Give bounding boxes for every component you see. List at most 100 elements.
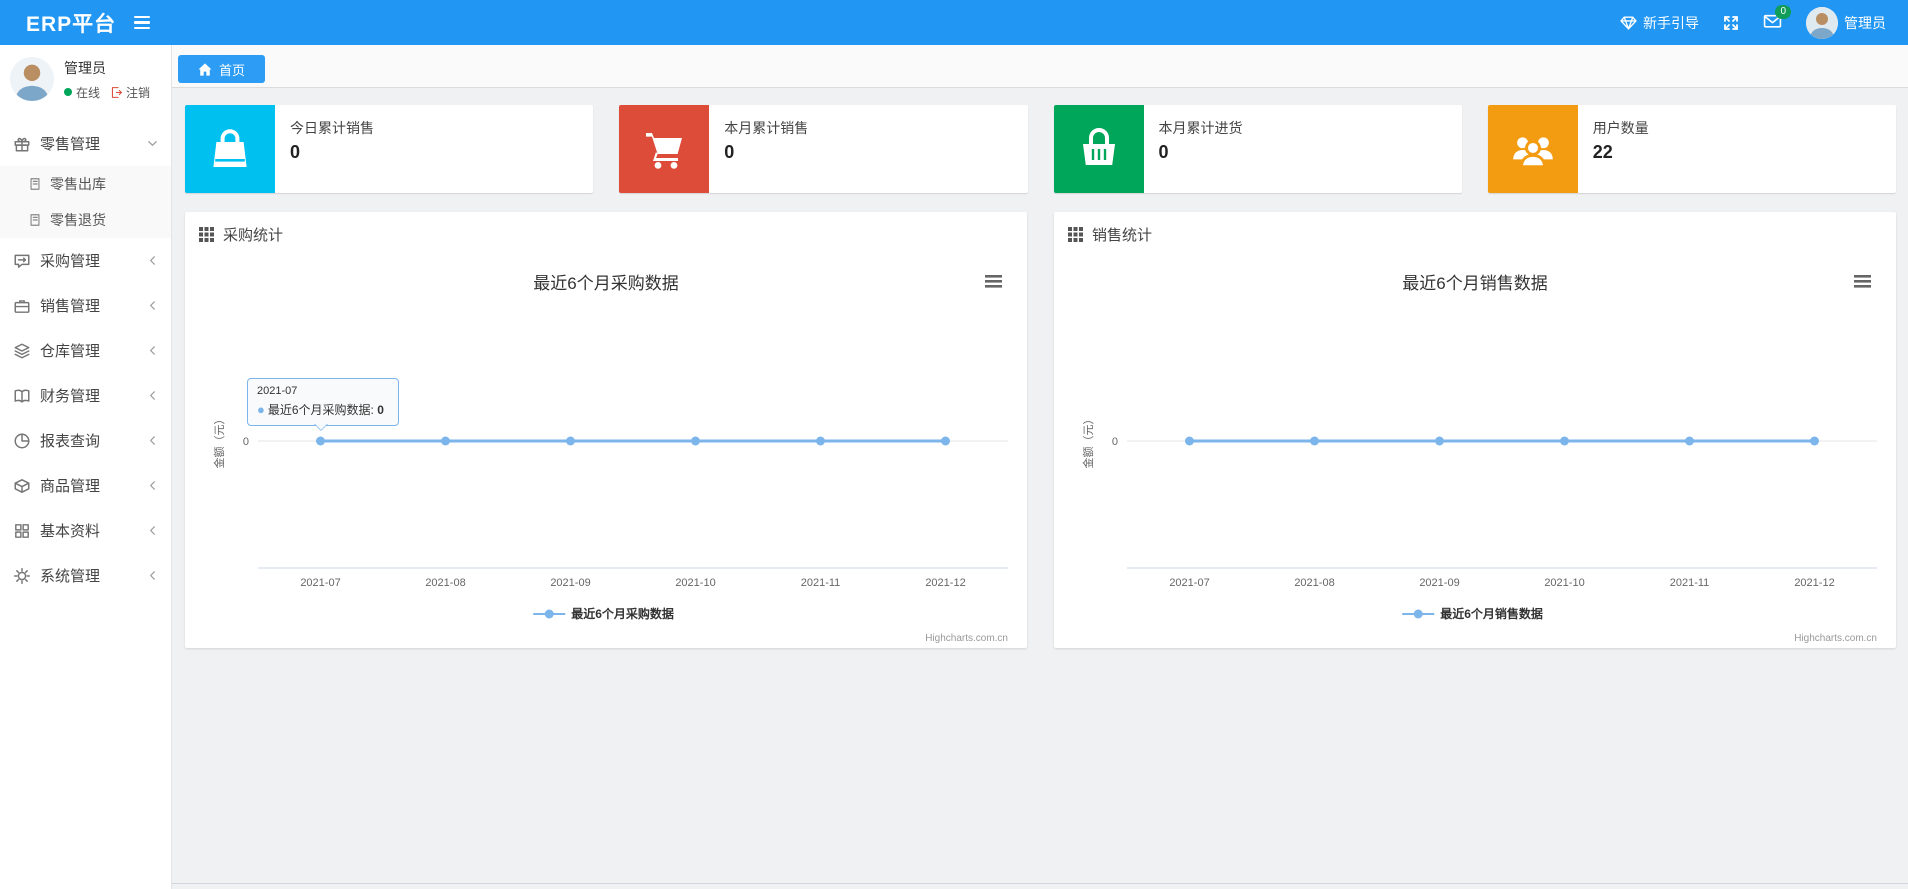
- chevron-left-icon: [147, 255, 158, 266]
- content-footer-divider: [172, 883, 1908, 889]
- sidebar-item-report-query[interactable]: 报表查询: [0, 418, 171, 463]
- briefcase-icon: [14, 299, 30, 313]
- sidebar-menu: 零售管理 零售出库 零售退货 采购管理 销售管理 仓库管理 财务管理 报表查询 …: [0, 121, 171, 598]
- sidebar-item-retail-mgmt[interactable]: 零售管理: [0, 121, 171, 166]
- legend-item[interactable]: 最近6个月采购数据: [533, 606, 674, 621]
- purchase-line-chart[interactable]: 最近6个月采购数据 0 金额（元） 2021-07 2021-08 2021-09 2021…: [185, 253, 1027, 649]
- tab-label: 首页: [219, 62, 246, 78]
- svg-text:最近6个月采购数据: 最近6个月采购数据: [533, 274, 678, 293]
- chevron-down-icon: [147, 138, 158, 149]
- sidebar-item-label: 零售管理: [40, 136, 101, 153]
- chevron-left-icon: [147, 525, 158, 536]
- svg-text:2021-07: 2021-07: [300, 577, 340, 589]
- home-icon: [198, 62, 212, 76]
- card-label: 今日累计销售: [290, 120, 374, 136]
- guide-label: 新手引导: [1643, 14, 1699, 31]
- messages-button[interactable]: 0: [1763, 5, 1791, 32]
- svg-text:2021-11: 2021-11: [1670, 577, 1710, 589]
- highcharts-credits[interactable]: Highcharts.com.cn: [925, 633, 1008, 644]
- svg-text:2021-07: 2021-07: [1169, 577, 1209, 589]
- sidebar-item-goods-mgmt[interactable]: 商品管理: [0, 463, 171, 508]
- card-today-sales: 今日累计销售 0: [185, 105, 594, 193]
- sidebar-item-sales-mgmt[interactable]: 销售管理: [0, 283, 171, 328]
- tab-home[interactable]: 首页: [178, 55, 266, 83]
- card-label: 本月累计销售: [724, 120, 809, 136]
- chevron-left-icon: [147, 390, 158, 401]
- logout-label: 注销: [126, 85, 151, 100]
- purchase-stats-panel: 采购统计 最近6个月采购数据 0 金额（元） 2021-07 2021-08 2021-0…: [185, 212, 1027, 648]
- card-user-count: 用户数量 22: [1487, 105, 1896, 193]
- sidebar-item-basic-data[interactable]: 基本资料: [0, 508, 171, 553]
- chart-menu-icon[interactable]: [1854, 275, 1871, 288]
- sidebar-user-panel: 管理员 在线 注销: [0, 45, 171, 115]
- svg-text:金额（元）: 金额（元）: [212, 414, 226, 469]
- dashboard-content: 今日累计销售 0 本月累计销售 0 本月累计进货 0 用户数量 22 采购统计 …: [172, 88, 1908, 648]
- sidebar-item-label: 销售管理: [40, 298, 101, 315]
- basket-icon: [1053, 105, 1144, 193]
- chart-panels-row: 采购统计 最近6个月采购数据 0 金额（元） 2021-07 2021-08 2021-0…: [185, 212, 1896, 648]
- diamond-icon: [1620, 16, 1637, 30]
- svg-text:2021-11: 2021-11: [801, 577, 841, 589]
- sidebar-toggle-icon[interactable]: [134, 15, 151, 30]
- logout-icon: [111, 86, 122, 98]
- svg-text:2021-10: 2021-10: [1544, 577, 1584, 589]
- sidebar-item-purchase-mgmt[interactable]: 采购管理: [0, 238, 171, 283]
- sidebar-item-system-mgmt[interactable]: 系统管理: [0, 553, 171, 598]
- sidebar-item-retail-return[interactable]: 零售退货: [0, 202, 171, 238]
- main-area: 首页 今日累计销售 0 本月累计销售 0 本月累计进货 0 用户数量 22 采购…: [172, 45, 1908, 889]
- guide-button[interactable]: 新手引导: [1620, 13, 1699, 33]
- submenu-item-label: 零售退货: [50, 212, 106, 228]
- svg-text:最近6个月销售数据: 最近6个月销售数据: [1402, 274, 1547, 293]
- card-value: 0: [1158, 142, 1169, 162]
- avatar: [10, 57, 54, 101]
- highcharts-credits[interactable]: Highcharts.com.cn: [1794, 633, 1877, 644]
- sidebar-item-label: 商品管理: [40, 478, 101, 495]
- fullscreen-button[interactable]: [1723, 15, 1739, 31]
- chat-sync-icon: [14, 254, 30, 268]
- sales-line-chart[interactable]: 最近6个月销售数据 0 金额（元） 2021-07 2021-08 2021-09 2021…: [1054, 253, 1896, 649]
- package-icon: [14, 478, 30, 493]
- retail-submenu: 零售出库 零售退货: [0, 166, 171, 238]
- stat-cards-row: 今日累计销售 0 本月累计销售 0 本月累计进货 0 用户数量 22: [185, 105, 1896, 193]
- chevron-left-icon: [147, 480, 158, 491]
- card-label: 本月累计进货: [1158, 120, 1243, 136]
- online-status-label: 在线: [76, 85, 101, 100]
- svg-text:最近6个月销售数据: 最近6个月销售数据: [1440, 606, 1543, 621]
- card-value: 22: [1592, 142, 1613, 162]
- card-month-purchase: 本月累计进货 0: [1053, 105, 1462, 193]
- chevron-left-icon: [147, 570, 158, 581]
- chevron-left-icon: [147, 345, 158, 356]
- submenu-item-label: 零售出库: [50, 176, 106, 192]
- sidebar-item-retail-outbound[interactable]: 零售出库: [0, 166, 171, 202]
- sidebar-item-label: 基本资料: [40, 523, 101, 540]
- sidebar-item-label: 采购管理: [40, 253, 101, 270]
- sidebar-item-warehouse-mgmt[interactable]: 仓库管理: [0, 328, 171, 373]
- sales-stats-panel: 销售统计 最近6个月销售数据 0 金额（元） 2021-07 2021-08 2021-0…: [1054, 212, 1896, 648]
- panel-title: 采购统计: [223, 227, 284, 244]
- svg-text:2021-12: 2021-12: [925, 577, 965, 589]
- legend-item[interactable]: 最近6个月销售数据: [1402, 606, 1543, 621]
- card-value: 0: [724, 142, 735, 162]
- th-grid-icon: [199, 227, 214, 242]
- card-label: 用户数量: [1592, 120, 1649, 136]
- svg-text:金额（元）: 金额（元）: [1081, 414, 1095, 469]
- card-value: 0: [290, 142, 301, 162]
- svg-text:0: 0: [243, 436, 249, 448]
- svg-text:最近6个月采购数据: 最近6个月采购数据: [571, 606, 674, 621]
- svg-text:0: 0: [1112, 436, 1118, 448]
- fullscreen-icon: [1724, 15, 1738, 30]
- username-label: 管理员: [1844, 14, 1886, 31]
- invoice-icon: [30, 214, 40, 226]
- chart-menu-icon[interactable]: [985, 275, 1002, 288]
- sidebar-item-finance-mgmt[interactable]: 财务管理: [0, 373, 171, 418]
- panel-header: 销售统计: [1054, 212, 1896, 253]
- logout-button[interactable]: 注销: [110, 84, 150, 101]
- svg-text:2021-08: 2021-08: [425, 577, 465, 589]
- user-menu[interactable]: 管理员: [1806, 6, 1886, 39]
- sidebar-item-label: 报表查询: [40, 433, 101, 450]
- chevron-left-icon: [147, 435, 158, 446]
- card-month-sales: 本月累计销售 0: [619, 105, 1028, 193]
- sidebar-item-label: 系统管理: [40, 568, 101, 585]
- th-grid-icon: [1068, 227, 1083, 242]
- svg-text:2021-09: 2021-09: [550, 577, 590, 589]
